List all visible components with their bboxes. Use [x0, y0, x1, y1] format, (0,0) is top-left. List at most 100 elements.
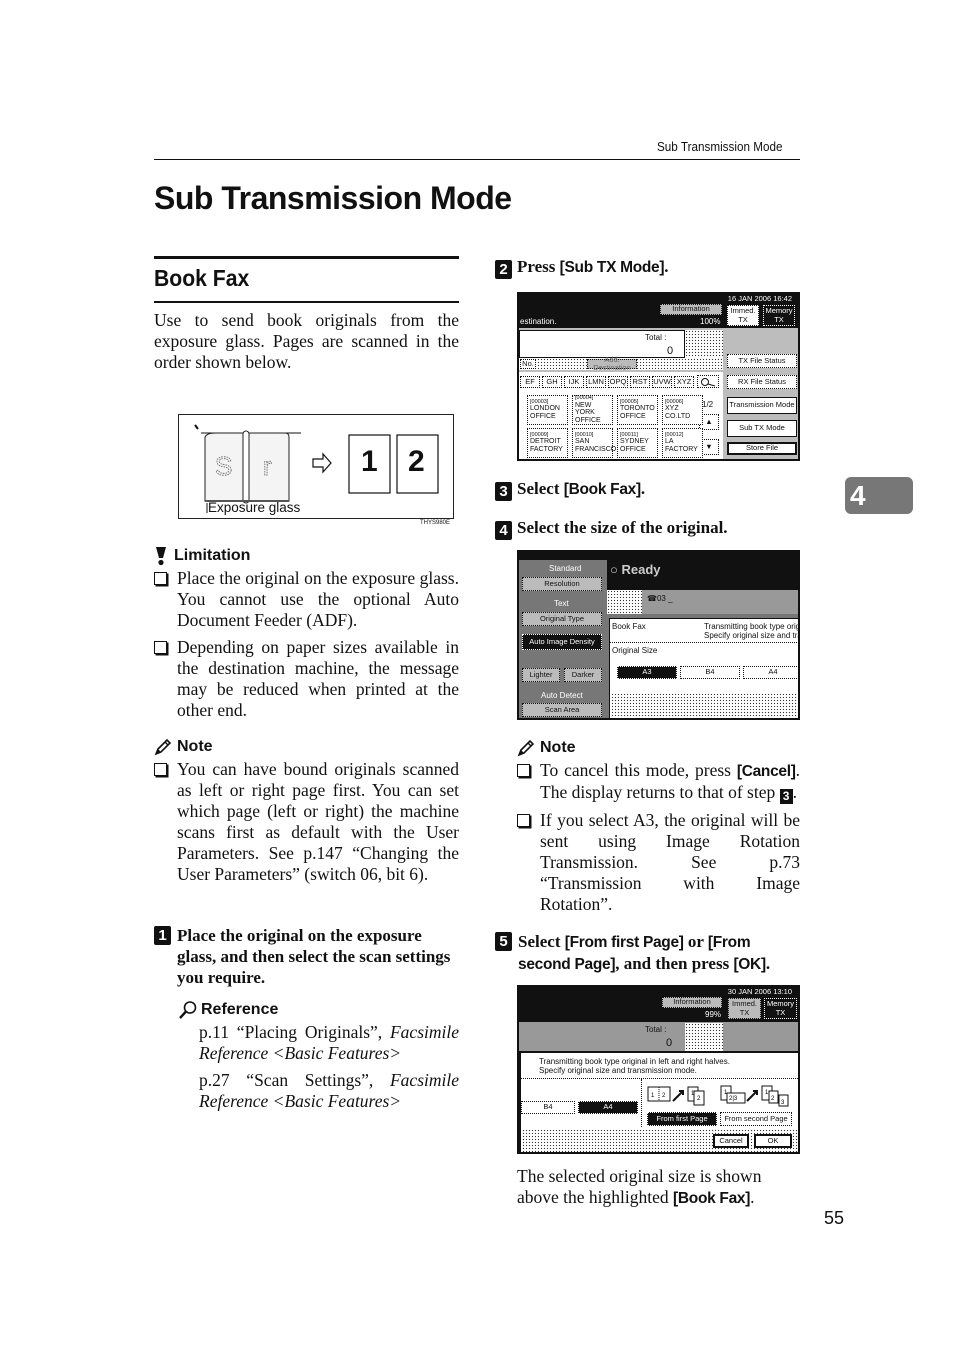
note-item: You can have bound originals scanned as …: [154, 759, 459, 885]
destination-button[interactable]: [00003] LONDON OFFICE: [527, 395, 568, 425]
fax-panel-main: 16 JAN 2006 16:42 Information estination…: [517, 292, 800, 461]
destination-name: XYZ CO.LTD: [665, 405, 691, 421]
information-button[interactable]: Information: [660, 304, 722, 315]
transmission-mode-button[interactable]: Transmission Mode: [727, 397, 797, 414]
key-label: [From first Page]: [564, 934, 684, 951]
page-title: Sub Transmission Mode: [154, 180, 512, 216]
destination-button[interactable]: [00011] SYDNEY OFFICE: [617, 428, 658, 458]
index-tab[interactable]: RST: [630, 376, 650, 388]
page-indicator: 1/2: [702, 400, 714, 409]
size-a3-button[interactable]: A3: [617, 666, 677, 679]
tx-file-status-button[interactable]: TX File Status: [727, 354, 797, 368]
from-second-page-button[interactable]: From second Page: [720, 1112, 792, 1126]
information-button[interactable]: Information: [662, 997, 722, 1008]
rx-file-status-button[interactable]: RX File Status: [727, 375, 797, 389]
size-a4-button[interactable]: A4: [578, 1101, 638, 1114]
key-label: [Book Fax]: [563, 481, 641, 498]
running-head: Sub Transmission Mode: [657, 139, 783, 154]
checkbox-bullet-icon: [517, 814, 530, 827]
memory-tx-button[interactable]: Memory TX: [764, 998, 797, 1019]
illustration-page-1: 1: [361, 445, 378, 478]
step-3: 3 Select [Book Fax].: [495, 478, 800, 501]
book-fax-dialog: Book Fax Transmitting book type original…: [609, 618, 800, 718]
darker-label: Darker: [571, 669, 595, 679]
destination-button[interactable]: [00009] DETROIT FACTORY: [527, 428, 568, 458]
memory-tx-button[interactable]: Memory TX: [763, 305, 795, 326]
add-destination-button[interactable]: Add. Destination: [587, 355, 637, 372]
destination-name: DETROIT FACTORY: [530, 438, 563, 454]
total-label: Total :: [645, 1025, 667, 1034]
phone-icon: ☎: [647, 594, 657, 603]
scan-area-button[interactable]: Scan Area: [522, 703, 602, 717]
ready-icon: ○: [610, 562, 622, 577]
illustration-caption: Exposure glass: [208, 500, 301, 515]
size-a4-button[interactable]: A4: [743, 666, 798, 679]
checkbox-bullet-icon: [154, 763, 167, 776]
index-tab[interactable]: LMN: [586, 376, 606, 388]
resolution-button[interactable]: Resolution: [522, 577, 602, 591]
cancel-button[interactable]: Cancel: [713, 1134, 749, 1148]
note-block: Note You can have bound originals scanne…: [154, 738, 459, 885]
lighter-label: Lighter: [529, 669, 553, 679]
total-value: 0: [666, 1037, 673, 1049]
section-title: Book Fax: [154, 265, 250, 291]
section-rule-bottom: [154, 301, 459, 303]
destination-name: NEW YORK OFFICE: [575, 401, 601, 424]
ok-button[interactable]: OK: [754, 1134, 792, 1148]
step-number: 1: [154, 926, 171, 945]
resolution-value: Standard: [549, 564, 582, 573]
destination-prompt: estination.: [520, 317, 557, 326]
arrow-down-icon: ▼: [705, 441, 713, 451]
index-tab[interactable]: UVW: [652, 376, 672, 388]
original-type-button[interactable]: Original Type: [522, 612, 602, 626]
sub-tx-mode-button[interactable]: Sub TX Mode: [727, 420, 797, 437]
darker-button[interactable]: Darker: [564, 668, 602, 682]
index-tab[interactable]: OPQ: [608, 376, 628, 388]
destination-name: SAN FRANCISCO: [575, 438, 617, 454]
illustration-page-2: 2: [408, 445, 425, 478]
search-icon: [701, 377, 716, 386]
svg-text:2|3: 2|3: [729, 1096, 738, 1102]
search-button[interactable]: [697, 375, 719, 388]
header-rule: [154, 159, 800, 160]
index-tab[interactable]: IJK: [564, 376, 584, 388]
key-label: [Sub TX Mode]: [559, 259, 665, 276]
index-tab[interactable]: GH: [542, 376, 562, 388]
auto-image-density-button[interactable]: Auto Image Density: [522, 634, 602, 650]
destination-name: SYDNEY OFFICE: [620, 438, 649, 454]
destination-button[interactable]: [00006] XYZ CO.LTD: [662, 395, 703, 425]
step-5: 5 Select [From first Page] or [From secon…: [495, 931, 800, 975]
from-first-page-button[interactable]: From first Page: [647, 1112, 717, 1126]
pencil-icon: [154, 738, 172, 756]
checkbox-bullet-icon: [154, 572, 167, 585]
store-file-button[interactable]: Store File: [727, 442, 797, 455]
immed-tx-button[interactable]: Immed. TX: [727, 305, 759, 326]
step-ref[interactable]: 3: [779, 789, 793, 804]
limitation-item: Depending on paper sizes available in th…: [154, 637, 459, 721]
index-tab[interactable]: EF: [520, 376, 540, 388]
lighter-button[interactable]: Lighter: [522, 668, 560, 682]
destination-name: LONDON OFFICE: [530, 405, 560, 421]
step-number: 3: [495, 482, 512, 501]
key-label: [Cancel]: [736, 763, 796, 780]
note-item: If you select A3, the original will be s…: [517, 810, 800, 915]
destination-button[interactable]: [00005] TORONTO OFFICE: [617, 395, 658, 425]
immed-tx-button[interactable]: Immed. TX: [728, 998, 761, 1019]
destination-button[interactable]: [00004] NEW YORK OFFICE: [572, 395, 613, 425]
destination-button[interactable]: [00010] SAN FRANCISCO: [572, 428, 617, 458]
dialog-desc-1: Transmitting book type original: [704, 622, 800, 631]
limitation-heading: Limitation: [174, 547, 251, 564]
reference-item: p.11 “Placing Originals”, Facsimile Refe…: [199, 1022, 459, 1063]
closing-text: The selected original size is shown abov…: [517, 1166, 762, 1207]
size-b4-button[interactable]: B4: [680, 666, 740, 679]
note-heading: Note: [177, 738, 213, 755]
note-item: To cancel this mode, press [Cancel]. The…: [517, 760, 800, 804]
status-ready: ○ Ready: [610, 562, 661, 577]
size-b4-button[interactable]: B4: [521, 1101, 575, 1114]
index-tab[interactable]: XYZ: [674, 376, 694, 388]
number-button[interactable]: No.: [520, 359, 536, 369]
limitation-item: Place the original on the exposure glass…: [154, 568, 459, 631]
reference-item: p.27 “Scan Settings”, Facsimile Referenc…: [199, 1070, 459, 1111]
destination-button[interactable]: [00012] LA FACTORY: [662, 428, 703, 458]
section-intro: Use to send book originals from the expo…: [154, 310, 459, 372]
